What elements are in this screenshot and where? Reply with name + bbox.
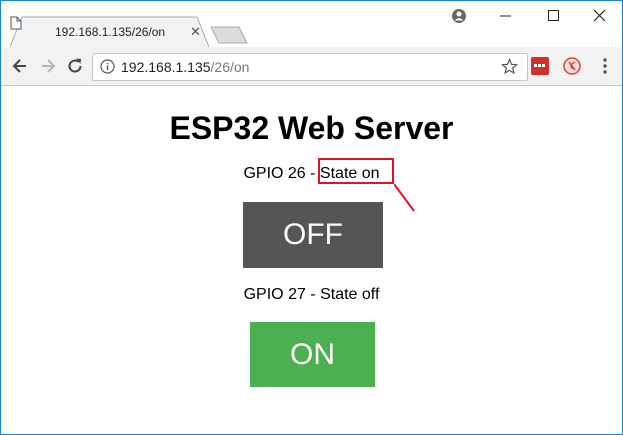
menu-icon[interactable] [602,57,608,75]
browser-toolbar: 192.168.1.135/26/on [1,47,622,86]
url-host: 192.168.1.135 [121,59,211,75]
gpio26-status: GPIO 26 - State on [1,165,622,183]
forward-icon[interactable] [38,56,58,76]
new-tab-button[interactable] [209,25,249,45]
reload-icon[interactable] [65,56,85,76]
gpio27-state: State off [320,286,380,303]
extension-icon[interactable] [531,57,549,75]
gpio27-on-button[interactable]: ON [250,322,375,387]
star-icon[interactable] [501,58,518,75]
close-window-icon[interactable] [593,9,607,23]
account-icon[interactable] [451,8,467,24]
url-text[interactable]: 192.168.1.135/26/on [121,59,249,75]
tab-close-icon[interactable]: ✕ [190,24,201,40]
back-icon[interactable] [10,56,30,76]
address-bar[interactable]: 192.168.1.135/26/on [92,53,528,81]
gpio26-off-button[interactable]: OFF [243,202,383,268]
gpio27-status: GPIO 27 - State off [1,286,622,304]
maximize-icon[interactable] [547,9,561,23]
minimize-icon[interactable] [499,9,513,23]
title-bar: 192.168.1.135/26/on ✕ [1,1,622,47]
tab-title: 192.168.1.135/26/on [55,25,166,39]
page-favicon-icon [10,16,22,30]
extension-blocked-icon[interactable] [562,56,582,76]
page-content: ESP32 Web Server GPIO 26 - State on OFF … [1,86,622,434]
page-title: ESP32 Web Server [169,110,454,146]
browser-tab[interactable]: 192.168.1.135/26/on ✕ [10,16,209,47]
url-path: /26/on [210,59,250,75]
state-highlight-box [318,158,394,184]
info-icon[interactable] [100,59,115,74]
browser-window: 192.168.1.135/26/on ✕ 192.168.1.135/26/o… [0,0,623,435]
gpio26-label: GPIO 26 - [243,165,320,182]
annotation-pointer-line [394,184,415,212]
gpio27-label: GPIO 27 - [243,286,321,303]
